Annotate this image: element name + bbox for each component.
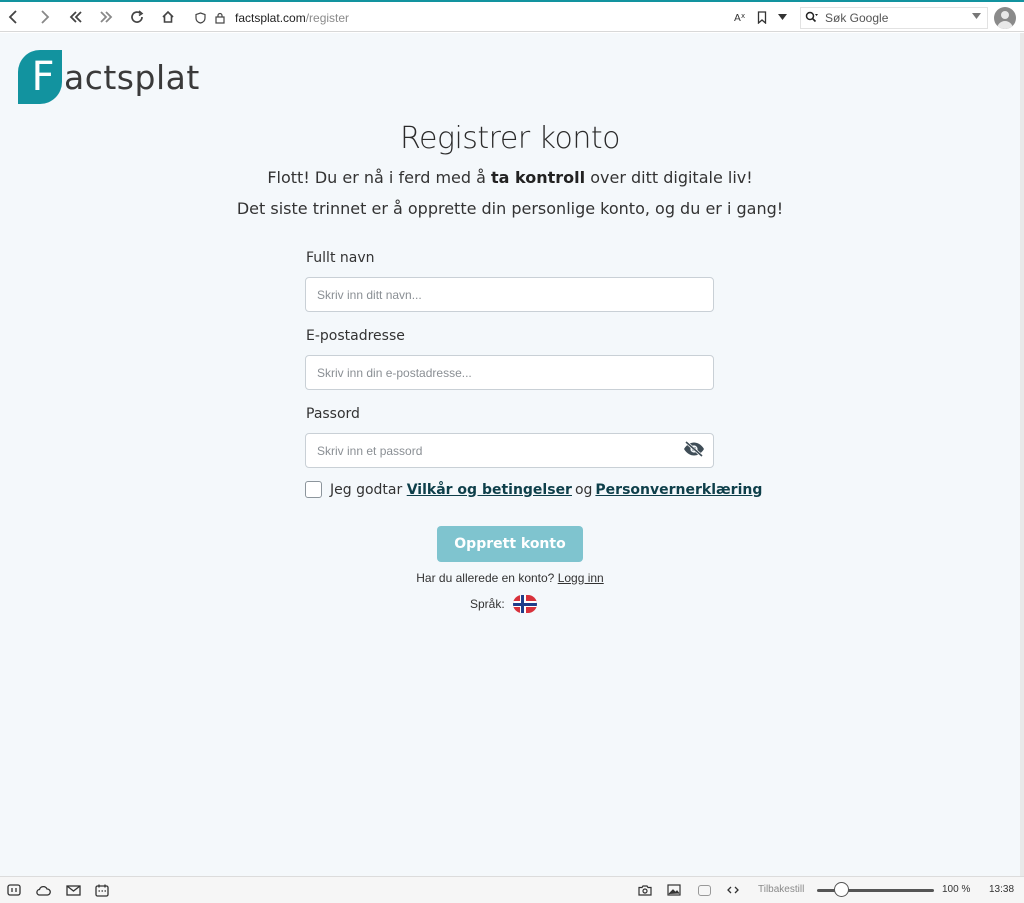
logo-mark: F <box>18 50 62 104</box>
clock: 13:38 <box>989 884 1015 895</box>
home-icon[interactable] <box>157 6 179 28</box>
camera-icon[interactable] <box>637 882 653 898</box>
logo-text: actsplat <box>64 57 200 97</box>
terms-checkbox[interactable] <box>305 481 322 498</box>
page-tiling-icon[interactable] <box>696 882 712 898</box>
url-path: /register <box>305 11 350 25</box>
search-dropdown-icon[interactable] <box>972 11 981 22</box>
factsplat-logo[interactable]: F actsplat <box>18 50 200 104</box>
terms-and: og <box>574 481 593 498</box>
login-prompt: Har du allerede en konto? Logg inn <box>0 571 1020 585</box>
address-url[interactable]: factsplat.com/register <box>235 11 349 25</box>
zoom-slider-handle[interactable] <box>834 882 849 897</box>
svg-text:A: A <box>734 13 741 23</box>
url-domain: factsplat.com <box>235 11 306 25</box>
translate-icon[interactable]: Ax <box>732 6 750 28</box>
panel-toggle-icon[interactable] <box>6 882 22 898</box>
privacy-link[interactable]: Personvernerklæring <box>595 482 762 498</box>
shield-icon[interactable] <box>193 11 207 25</box>
reload-icon[interactable] <box>126 6 148 28</box>
search-placeholder: Søk Google <box>825 11 889 25</box>
svg-text:x: x <box>741 12 745 20</box>
subtitle-bold: ta kontroll <box>491 168 586 187</box>
forward-icon[interactable] <box>34 6 56 28</box>
eye-slash-icon[interactable] <box>683 440 705 458</box>
terms-row: Jeg godtar Vilkår og betingelser og Person… <box>305 481 762 498</box>
bookmark-dropdown-icon[interactable] <box>773 6 791 28</box>
lock-icon[interactable] <box>213 11 227 25</box>
logo-letter: F <box>31 54 55 100</box>
fast-forward-icon[interactable] <box>95 6 117 28</box>
image-icon[interactable] <box>666 882 682 898</box>
language-label: Språk: <box>470 597 505 611</box>
subtitle-line-2: Det siste trinnet er å opprette din pers… <box>236 199 784 218</box>
subtitle-pre: Flott! Du er nå i ferd med å <box>267 168 492 187</box>
subtitle-post: over ditt digitale liv! <box>585 168 753 187</box>
have-account-text: Har du allerede en konto? <box>416 571 555 585</box>
back-icon[interactable] <box>2 6 24 28</box>
search-icon <box>805 11 819 26</box>
create-account-button[interactable]: Opprett konto <box>437 526 583 562</box>
name-input[interactable] <box>305 277 714 312</box>
terms-link[interactable]: Vilkår og betingelser <box>407 482 572 498</box>
address-bar[interactable]: factsplat.com/register <box>186 6 794 30</box>
status-bar: Tilbakestill 100 % 13:38 <box>0 876 1024 903</box>
email-input[interactable] <box>305 355 714 390</box>
norway-flag-icon[interactable] <box>512 595 537 613</box>
profile-avatar[interactable] <box>994 7 1016 29</box>
search-box[interactable]: Søk Google <box>800 7 988 29</box>
password-input[interactable] <box>305 433 714 468</box>
mail-icon[interactable] <box>65 882 81 898</box>
language-selector: Språk: <box>470 595 537 613</box>
code-icon[interactable] <box>725 882 741 898</box>
cloud-icon[interactable] <box>35 882 51 898</box>
terms-prefix: Jeg godtar <box>330 481 403 498</box>
calendar-icon[interactable] <box>94 882 110 898</box>
browser-toolbar: factsplat.com/register Ax Søk Google <box>0 2 1024 32</box>
window-edge <box>1020 33 1024 876</box>
password-label: Passord <box>306 406 360 422</box>
login-link[interactable]: Logg inn <box>558 571 604 585</box>
name-label: Fullt navn <box>306 250 375 266</box>
zoom-reset[interactable]: Tilbakestill <box>758 884 804 895</box>
bookmark-icon[interactable] <box>753 6 771 28</box>
rewind-icon[interactable] <box>65 6 87 28</box>
zoom-level: 100 % <box>942 884 971 895</box>
email-label: E-postadresse <box>306 328 405 344</box>
page-body: F actsplat Registrer konto Flott! Du er … <box>0 33 1020 876</box>
page-title: Registrer konto <box>400 121 620 156</box>
subtitle-line-1: Flott! Du er nå i ferd med å ta kontroll… <box>0 168 1020 187</box>
